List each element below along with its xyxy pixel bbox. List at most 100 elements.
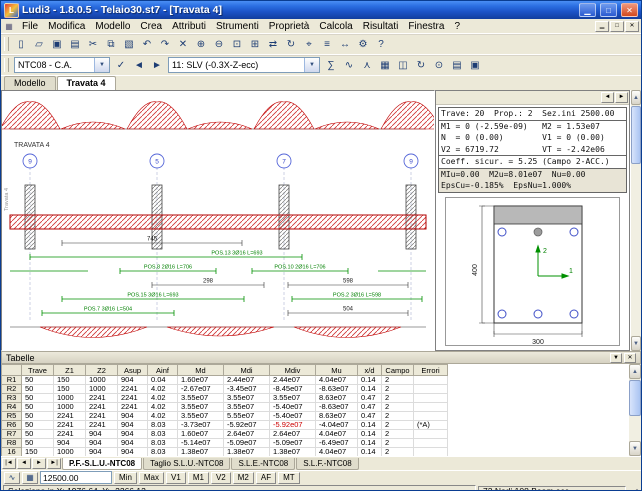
first-tab-button[interactable]: |◄: [2, 458, 16, 469]
grid-cell[interactable]: 3.55e07: [178, 412, 224, 421]
col-rowhead[interactable]: [2, 365, 22, 376]
row-header-cell[interactable]: R6: [2, 421, 22, 430]
grid-cell[interactable]: 4.04e07: [316, 430, 358, 439]
grid-cell[interactable]: [414, 385, 448, 394]
grid-cell[interactable]: 2: [382, 385, 414, 394]
row-header-cell[interactable]: R7: [2, 430, 22, 439]
zoom-extents-button[interactable]: ⊞: [246, 36, 264, 53]
chart-mode-button[interactable]: ∿: [4, 472, 20, 484]
grid-cell[interactable]: 50: [22, 439, 54, 448]
grid-cell[interactable]: [414, 403, 448, 412]
refresh-button[interactable]: ↻: [412, 57, 430, 74]
table-row[interactable]: R15015010009040.041.60e072.44e072.44e074…: [2, 376, 448, 385]
mdi-close-button[interactable]: ✕: [625, 21, 639, 32]
panel-collapse-button[interactable]: ▼: [610, 353, 622, 363]
menu-item-risultati[interactable]: Risultati: [358, 20, 404, 33]
chevron-down-icon[interactable]: ▼: [94, 58, 109, 72]
results-button[interactable]: ∑: [322, 57, 340, 74]
snapshot-button[interactable]: ▣: [466, 57, 484, 74]
mdi-restore-button[interactable]: □: [610, 21, 624, 32]
grid-cell[interactable]: 1.60e07: [178, 430, 224, 439]
grid-cell[interactable]: 3.55e07: [270, 394, 316, 403]
grid-cell[interactable]: 8.63e07: [316, 394, 358, 403]
last-tab-button[interactable]: ►|: [47, 458, 61, 469]
table-row[interactable]: 1615010009049048.031.38e071.38e071.38e07…: [2, 448, 448, 457]
grid-cell[interactable]: -2.67e07: [178, 385, 224, 394]
minimize-button[interactable]: ▁: [579, 3, 596, 17]
cut-button[interactable]: ✂: [84, 36, 102, 53]
grid-cell[interactable]: 0.04: [148, 376, 178, 385]
grid-cell[interactable]: 3.55e07: [224, 403, 270, 412]
grid-cell[interactable]: 2.64e07: [224, 430, 270, 439]
grid-cell[interactable]: 0.14: [358, 376, 382, 385]
grid-cell[interactable]: 3.55e07: [224, 394, 270, 403]
btn-m2[interactable]: M2: [233, 472, 254, 484]
scrollbar-track[interactable]: [631, 165, 641, 336]
grid-cell[interactable]: 4.02: [148, 412, 178, 421]
resize-grip[interactable]: [628, 485, 639, 491]
table-row[interactable]: R550224122419044.023.55e075.55e07-5.40e0…: [2, 412, 448, 421]
grid-cell[interactable]: 2.44e07: [224, 376, 270, 385]
grid-cell[interactable]: -5.92e07: [270, 421, 316, 430]
grid-cell[interactable]: 2241: [118, 385, 148, 394]
grid-cell[interactable]: 0.14: [358, 385, 382, 394]
report-button[interactable]: ▤: [448, 57, 466, 74]
col-mdi[interactable]: Mdi: [224, 365, 270, 376]
grid-cell[interactable]: (*A): [414, 421, 448, 430]
grid-cell[interactable]: -3.45e07: [224, 385, 270, 394]
scale-value-input[interactable]: [40, 471, 112, 484]
pan-button[interactable]: ⇄: [264, 36, 282, 53]
new-button[interactable]: ▯: [12, 36, 30, 53]
btn-m1[interactable]: M1: [188, 472, 209, 484]
grid-cell[interactable]: 2: [382, 430, 414, 439]
row-header-cell[interactable]: R5: [2, 412, 22, 421]
grid-cell[interactable]: 0.14: [358, 439, 382, 448]
col-z2[interactable]: Z2: [86, 365, 118, 376]
undo-button[interactable]: ↶: [138, 36, 156, 53]
zoom-results-button[interactable]: ⊙: [430, 57, 448, 74]
col-ainf[interactable]: Ainf: [148, 365, 178, 376]
grid-cell[interactable]: 5.55e07: [224, 412, 270, 421]
print-button[interactable]: ▤: [66, 36, 84, 53]
grid-cell[interactable]: 150: [54, 376, 86, 385]
menu-item-modello[interactable]: Modello: [90, 20, 135, 33]
grid-cell[interactable]: 50: [22, 385, 54, 394]
grid-cell[interactable]: 0.47: [358, 412, 382, 421]
numeric-table-button[interactable]: ▦: [376, 57, 394, 74]
grid-cell[interactable]: 3.55e07: [178, 403, 224, 412]
options-button[interactable]: ⚙: [354, 36, 372, 53]
grid-cell[interactable]: 904: [118, 376, 148, 385]
col-trave[interactable]: Trave: [22, 365, 54, 376]
grid-cell[interactable]: 2: [382, 403, 414, 412]
grid-scrollbar[interactable]: ▲ ▼: [628, 364, 641, 456]
btn-mt[interactable]: MT: [278, 472, 300, 484]
copy-button[interactable]: ⧉: [102, 36, 120, 53]
grid-cell[interactable]: 2: [382, 394, 414, 403]
toolbar-grip[interactable]: [4, 58, 9, 72]
grid-cell[interactable]: 4.02: [148, 403, 178, 412]
table-row[interactable]: R3501000224122414.023.55e073.55e073.55e0…: [2, 394, 448, 403]
grid-cell[interactable]: [414, 376, 448, 385]
grid-cell[interactable]: 0.47: [358, 394, 382, 403]
next-result-button[interactable]: ►: [615, 92, 628, 103]
grid-cell[interactable]: 904: [118, 439, 148, 448]
grid-cell[interactable]: 1000: [54, 403, 86, 412]
tab-modello[interactable]: Modello: [4, 76, 56, 90]
row-header-cell[interactable]: R2: [2, 385, 22, 394]
menu-item-calcola[interactable]: Calcola: [314, 20, 357, 33]
grid-cell[interactable]: -8.63e07: [316, 403, 358, 412]
row-header-cell[interactable]: R4: [2, 403, 22, 412]
zoom-in-button[interactable]: ⊕: [192, 36, 210, 53]
grid-cell[interactable]: -4.04e07: [316, 421, 358, 430]
table-mode-button[interactable]: ▦: [22, 472, 38, 484]
grid-cell[interactable]: 1000: [54, 448, 86, 457]
close-button[interactable]: ✕: [621, 3, 638, 17]
menu-item-file[interactable]: File: [17, 20, 43, 33]
grid-cell[interactable]: 904: [118, 430, 148, 439]
grid-cell[interactable]: [414, 448, 448, 457]
grid-cell[interactable]: 0.14: [358, 448, 382, 457]
grid-cell[interactable]: -3.73e07: [178, 421, 224, 430]
grid-tab-s-l-f-ntc08[interactable]: S.L.F.-NTC08: [296, 458, 358, 470]
grid-cell[interactable]: -8.63e07: [316, 385, 358, 394]
help-button[interactable]: ?: [372, 36, 390, 53]
